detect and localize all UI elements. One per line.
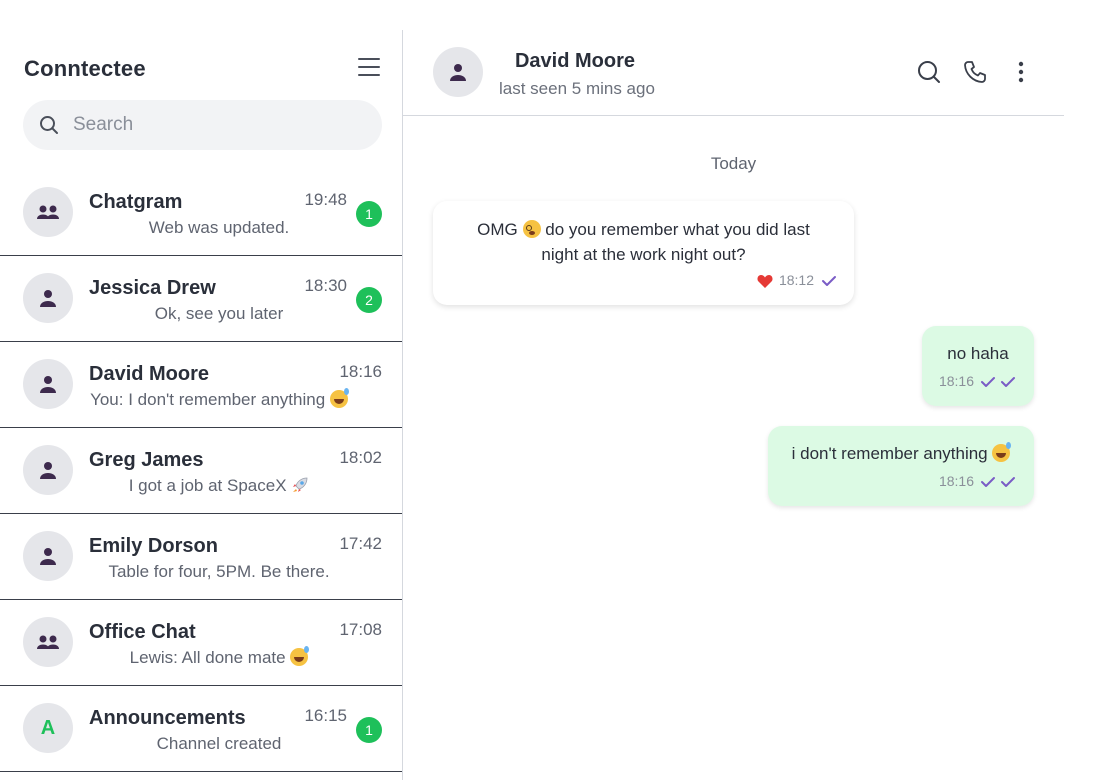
avatar (23, 187, 73, 237)
avatar (23, 531, 73, 581)
conversation-header: David Moore last seen 5 mins ago (403, 30, 1064, 116)
avatar-letter: A (40, 716, 56, 739)
chat-name: Chatgram (89, 191, 183, 213)
message-meta: 18:12 (757, 268, 838, 293)
message-bubble-incoming[interactable]: OMG do you remember what you did last ni… (433, 201, 854, 305)
chat-preview-text: You: I don't remember anything (90, 390, 326, 409)
date-separator: Today (710, 154, 757, 173)
avatar (23, 617, 73, 667)
unread-badge: 2 (356, 287, 382, 313)
avatar (23, 359, 73, 409)
chat-time: 18:30 (304, 276, 347, 295)
chat-preview-text: Lewis: All done mate (129, 648, 286, 667)
grinning-sweat-emoji-icon (329, 388, 349, 408)
search-input[interactable] (73, 100, 363, 150)
chat-item-jessica-drew[interactable]: Jessica Drew 18:30 Ok, see you later 2 (0, 256, 402, 342)
chat-sidebar: Conntectee Chatgram 19:48 Web was update… (0, 30, 403, 780)
chat-preview: Ok, see you later (154, 304, 284, 323)
chat-name: Announcements (89, 707, 246, 729)
chat-preview: Web was updated. (148, 218, 290, 237)
chat-item-emily-dorson[interactable]: Emily Dorson 17:42 Table for four, 5PM. … (0, 514, 402, 600)
user-icon (450, 64, 466, 81)
contact-status: last seen 5 mins ago (499, 79, 655, 98)
chat-name: Emily Dorson (89, 535, 218, 557)
chat-name: Office Chat (89, 621, 196, 643)
search-icon (40, 116, 58, 134)
sidebar-header: Conntectee (24, 56, 380, 86)
chat-list: Chatgram 19:48 Web was updated. 1 Jessic… (0, 170, 402, 772)
user-icon (40, 290, 56, 307)
grinning-sweat-emoji-icon (992, 442, 1012, 462)
single-check-icon (822, 275, 836, 286)
user-icon (40, 376, 56, 393)
rocket-emoji-icon (293, 477, 308, 492)
phone-icon[interactable] (962, 59, 988, 85)
unread-badge: 1 (356, 717, 382, 743)
chat-time: 18:16 (339, 362, 382, 381)
group-icon (37, 635, 59, 649)
chat-time: 17:08 (339, 620, 382, 639)
more-vertical-icon[interactable] (1008, 59, 1034, 85)
app-title: Conntectee (24, 56, 146, 81)
user-icon (40, 548, 56, 565)
unread-badge: 1 (356, 201, 382, 227)
message-time: 18:12 (778, 272, 814, 288)
group-icon (37, 205, 59, 219)
message-text: no haha (947, 344, 1009, 363)
avatar (23, 273, 73, 323)
chat-preview: You: I don't remember anything (89, 388, 349, 410)
contact-avatar[interactable] (433, 47, 483, 97)
chat-preview-text: I got a job at SpaceX (128, 476, 287, 495)
chat-item-chatgram[interactable]: Chatgram 19:48 Web was updated. 1 (0, 170, 402, 256)
message-meta: 18:16 (939, 369, 1018, 394)
contact-name[interactable]: David Moore (499, 50, 651, 73)
message-bubble-outgoing[interactable]: i don't remember anything 18:16 (768, 426, 1034, 506)
grinning-sweat-emoji-icon (290, 646, 310, 666)
chat-name: Jessica Drew (89, 277, 216, 299)
chat-item-david-moore[interactable]: David Moore 18:16 You: I don't remember … (0, 342, 402, 428)
chat-name: David Moore (89, 363, 210, 385)
chat-preview: Table for four, 5PM. Be there. (108, 562, 330, 581)
double-check-icon (981, 476, 1015, 487)
search-icon[interactable] (916, 59, 942, 85)
search-bar (23, 100, 382, 150)
flushed-emoji-icon (522, 220, 541, 238)
chat-preview: Lewis: All done mate (89, 646, 349, 668)
chat-time: 19:48 (304, 190, 347, 209)
message-area[interactable]: Today OMG do you remember what you did l… (403, 117, 1064, 780)
chat-time: 17:42 (339, 534, 382, 553)
message-time: 18:16 (938, 373, 974, 389)
message-text: i don't remember anything (791, 444, 988, 463)
avatar: A (23, 703, 73, 753)
avatar (23, 445, 73, 495)
message-text: do you remember what you did last night … (541, 220, 810, 264)
chat-name: Greg James (89, 449, 204, 471)
chat-time: 18:02 (339, 448, 382, 467)
chat-preview: I got a job at SpaceX (89, 476, 349, 496)
message-bubble-outgoing[interactable]: no haha 18:16 (922, 326, 1034, 406)
message-text: OMG (477, 220, 518, 239)
user-icon (40, 462, 56, 479)
chat-item-greg-james[interactable]: Greg James 18:02 I got a job at SpaceX (0, 428, 402, 514)
hamburger-menu-icon[interactable] (358, 58, 380, 78)
chat-item-office-chat[interactable]: Office Chat 17:08 Lewis: All done mate (0, 600, 402, 686)
chat-item-announcements[interactable]: A Announcements 16:15 Channel created 1 (0, 686, 402, 772)
message-time: 18:16 (938, 473, 974, 489)
heart-icon[interactable] (757, 274, 773, 288)
chat-time: 16:15 (304, 706, 347, 725)
chat-preview: Channel created (156, 734, 282, 753)
message-meta: 18:16 (939, 469, 1018, 494)
double-check-icon (981, 376, 1015, 387)
